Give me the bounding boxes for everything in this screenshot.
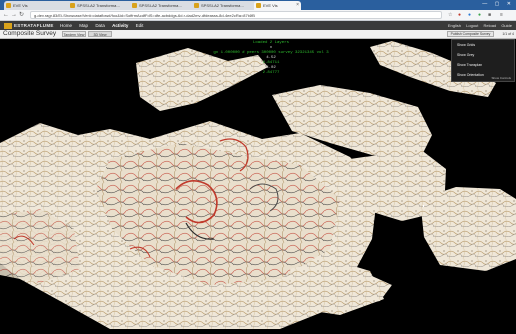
- mouse-cursor-icon: [423, 205, 424, 207]
- survey-toolbar: Composite Survey Tandem View 3D View Pub…: [0, 30, 516, 39]
- window-controls[interactable]: — ▢ ✕: [482, 1, 514, 7]
- brand-logo-icon: [4, 22, 12, 29]
- logout-link[interactable]: Logout: [466, 23, 478, 28]
- 3d-survey-viewport[interactable]: [0, 39, 516, 329]
- address-bar: ← → ↻ g-dev.ragr.83/Ei-Showcase/Ver#=dat…: [0, 10, 516, 21]
- back-icon[interactable]: ←: [3, 11, 9, 19]
- user-links: English Logout Reload Guide: [444, 21, 512, 30]
- browser-tab-strip: EVE Vis × SPSSI-A2 Transforma… × SPSSI-A…: [0, 0, 516, 10]
- tab-label: SPSSI-A2 Transforma…: [77, 3, 121, 8]
- menu-item-map[interactable]: Map: [79, 23, 88, 28]
- url-input[interactable]: g-dev.ragr.83/Ei-Showcase/Ver#=dataflow#…: [30, 11, 442, 19]
- menu-item-activity[interactable]: Activity: [112, 23, 128, 28]
- readout-value: 2.84777: [262, 71, 280, 75]
- forward-icon[interactable]: →: [11, 11, 17, 19]
- tab-favicon-icon: [132, 3, 137, 8]
- survey-readout: Loaded 2 Layers x gx 1.000000 # peers 30…: [196, 41, 346, 76]
- tandem-view-button[interactable]: Tandem View: [62, 31, 86, 37]
- menu-item-show-grids[interactable]: Show Grids: [452, 40, 514, 50]
- browser-tab[interactable]: EVE Vis ×: [4, 1, 75, 10]
- brand-logo[interactable]: ESTRATAFLUME: [4, 22, 54, 29]
- survey-render: [0, 41, 516, 329]
- extension-icon[interactable]: ●: [458, 11, 461, 19]
- menu-item-home[interactable]: Home: [60, 23, 72, 28]
- menu-item-edit[interactable]: Edit: [136, 23, 144, 28]
- pager: 1/1 of 4: [502, 32, 514, 36]
- browser-tab-active[interactable]: EVE Vis ×: [254, 1, 301, 10]
- extension-icon[interactable]: ■: [488, 11, 491, 19]
- display-options-menu: Show Grids Show Grey Show Transplan Show…: [451, 39, 515, 82]
- tab-favicon-icon: [70, 3, 75, 8]
- tab-label: EVE Vis: [263, 3, 278, 8]
- page-title: Composite Survey: [3, 30, 57, 37]
- tab-label: SPSSI-A2 Transforma…: [139, 3, 183, 8]
- reload-link[interactable]: Reload: [484, 23, 497, 28]
- extension-icon[interactable]: ●: [468, 11, 471, 19]
- guide-link[interactable]: Guide: [501, 23, 512, 28]
- menu-item-show-transplan[interactable]: Show Transplan: [452, 60, 514, 70]
- reload-icon[interactable]: ↻: [19, 11, 24, 19]
- show-controls-link[interactable]: Show Controls: [491, 75, 511, 81]
- browser-tab[interactable]: SPSSI-A2 Transforma… ×: [192, 1, 261, 10]
- tab-favicon-icon: [256, 3, 261, 8]
- publish-survey-button[interactable]: Publish Composite Survey: [447, 31, 494, 37]
- language-link[interactable]: English: [448, 23, 461, 28]
- browser-tab[interactable]: SPSSI-A2 Transforma… ×: [68, 1, 137, 10]
- menu-item-data[interactable]: Data: [95, 23, 105, 28]
- main-menu: Home Map Data Activity Edit: [60, 21, 149, 30]
- browser-menu-icon[interactable]: ≡: [500, 11, 503, 19]
- tab-favicon-icon: [194, 3, 199, 8]
- menu-item-show-grey[interactable]: Show Grey: [452, 50, 514, 60]
- bookmark-star-icon[interactable]: ☆: [448, 11, 452, 19]
- browser-tab[interactable]: SPSSI-A2 Transforma… ×: [130, 1, 199, 10]
- app-nav-bar: ESTRATAFLUME Home Map Data Activity Edit…: [0, 21, 516, 30]
- tab-label: EVE Vis: [13, 3, 28, 8]
- extension-icon[interactable]: ●: [478, 11, 481, 19]
- tab-favicon-icon: [6, 3, 11, 8]
- 3d-view-button[interactable]: 3D View: [88, 31, 112, 37]
- brand-name: ESTRATAFLUME: [14, 23, 54, 28]
- close-icon[interactable]: ×: [296, 1, 299, 10]
- tab-label: SPSSI-A2 Transforma…: [201, 3, 245, 8]
